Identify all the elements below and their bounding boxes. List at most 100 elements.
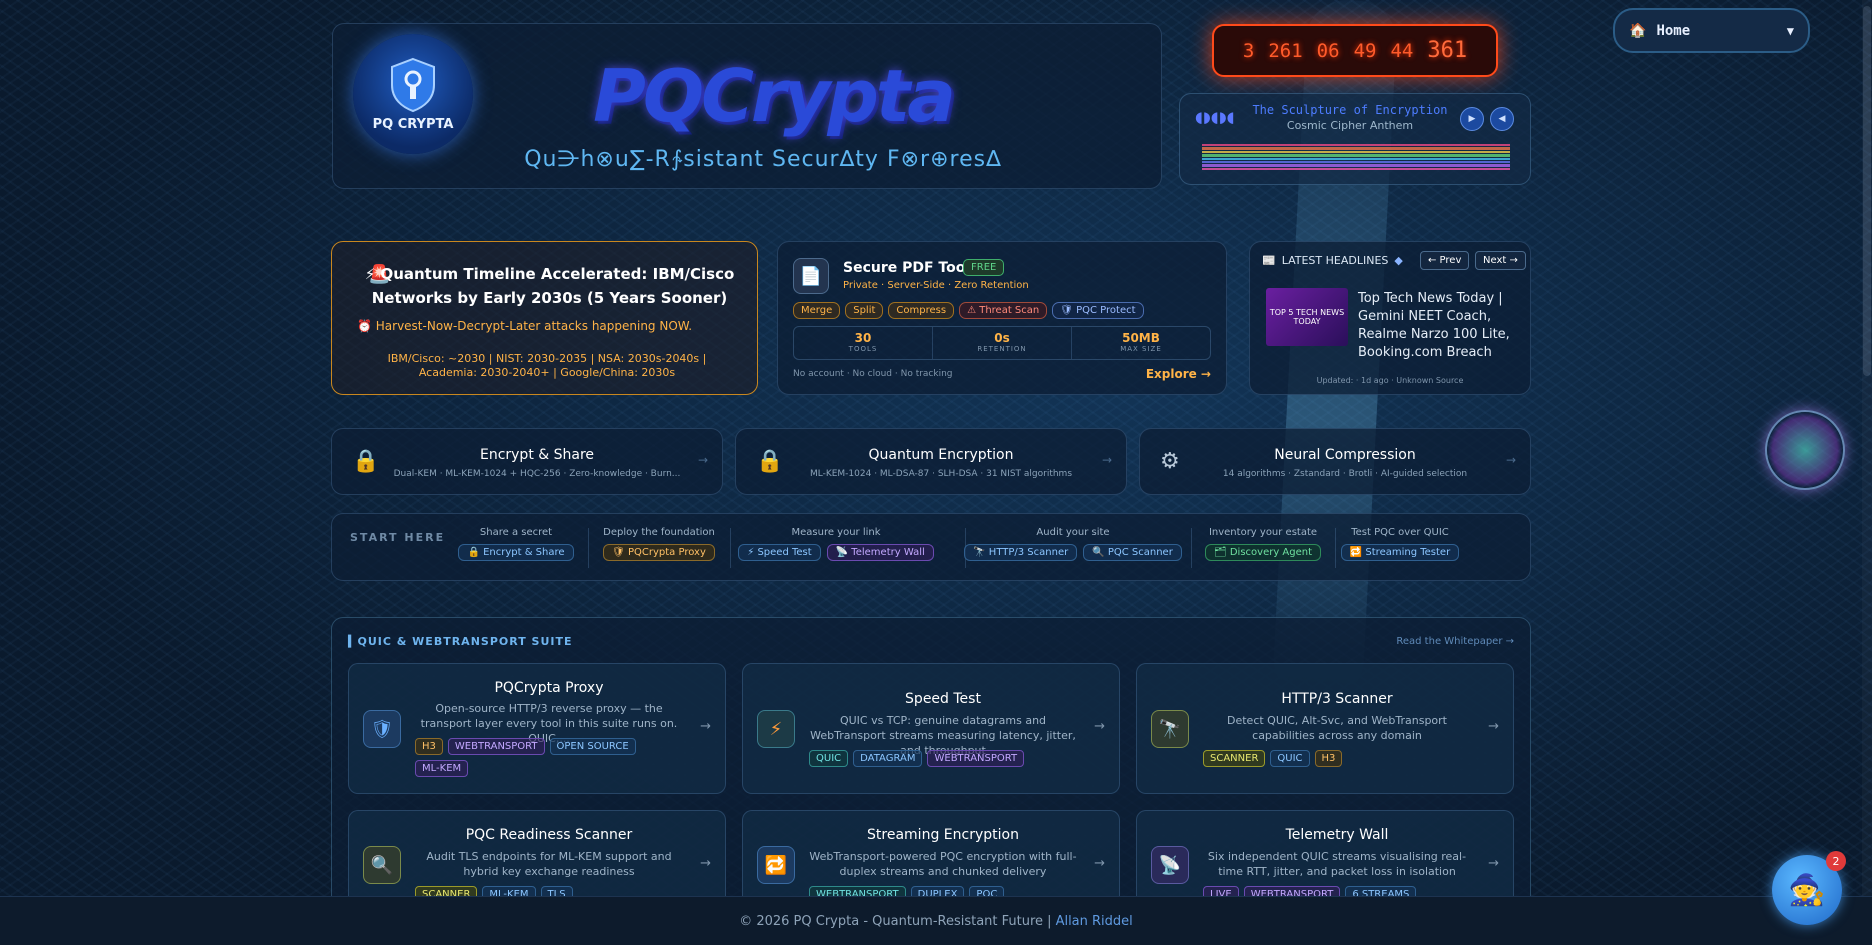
feature-title: Encrypt & Share (479, 447, 595, 463)
shield-icon: 🛡 (363, 710, 401, 748)
arrow-right-icon: → (700, 856, 711, 871)
notification-badge: 2 (1826, 851, 1846, 871)
whitepaper-link[interactable]: Read the Whitepaper → (1396, 636, 1514, 647)
tag: SCANNER (1203, 750, 1266, 767)
play-button[interactable]: ▶ (1460, 107, 1484, 131)
tag: WEBTRANSPORT (927, 750, 1025, 767)
gear-icon: ⚙ (1160, 449, 1180, 474)
tile-speed-test[interactable]: ⚡ Speed Test QUIC vs TCP: genuine datagr… (742, 663, 1120, 794)
arrow-right-icon: → (1488, 856, 1499, 871)
chip-streaming-tester[interactable]: 🔁 Streaming Tester (1340, 544, 1460, 561)
start-group-inventory: Inventory your estate 🗂 Discovery Agent (1198, 527, 1328, 561)
quantum-countdown: 3 261 06 49 44 361 (1212, 24, 1498, 77)
alert-title: ⚡ Quantum Timeline Accelerated: IBM/Cisc… (364, 265, 735, 307)
chip-speed-test[interactable]: ⚡ Speed Test (738, 544, 821, 561)
pdf-stats: 30 TOOLS 0s RETENTION 50MB MAX SIZE (793, 326, 1211, 360)
start-group-share: Share a secret 🔒 Encrypt & Share (456, 527, 576, 561)
spectrum-band (1202, 154, 1510, 157)
divider (588, 528, 589, 568)
magnifier-icon: 🔍 (363, 846, 401, 884)
tag: OPEN SOURCE (549, 738, 636, 755)
chip-telemetry-wall[interactable]: 📡 Telemetry Wall (826, 544, 934, 561)
headline-thumbnail[interactable]: TOP 5 TECH NEWS TODAY (1266, 288, 1348, 346)
spectrum-band (1202, 164, 1510, 167)
skip-icon: ◀ (1498, 114, 1506, 124)
tag: WEBTRANSPORT (447, 738, 545, 755)
quantum-timeline-alert[interactable]: 🚨 ⚡ Quantum Timeline Accelerated: IBM/Ci… (331, 241, 758, 395)
skip-button[interactable]: ◀ (1490, 107, 1514, 131)
countdown-years: 3 (1242, 39, 1255, 62)
lightning-icon: ⚡ (757, 710, 795, 748)
telescope-icon: 🔭 (1151, 710, 1189, 748)
pdf-tag-pqc-protect[interactable]: 🛡 PQC Protect (1052, 302, 1144, 319)
arrow-right-icon: → (1505, 453, 1516, 467)
chip-http3-scanner[interactable]: 🔭 HTTP/3 Scanner (964, 544, 1078, 561)
headline-text[interactable]: Top Tech News Today | Gemini NEET Coach,… (1358, 290, 1523, 362)
feature-subtitle: ML-KEM-1024 · ML-DSA-87 · SLH-DSA · 31 N… (809, 469, 1073, 479)
brand-tagline: Qu⋺h⊗u∑-R∱sistant Secur∆ty F⊗r⊕res∆ (524, 147, 1002, 172)
author-link[interactable]: Allan Riddel (1056, 914, 1133, 929)
info-icon: ◆ (1394, 254, 1403, 267)
feature-encrypt-share[interactable]: 🔒 Encrypt & Share Dual-KEM · ML-KEM-1024… (331, 428, 723, 495)
pdf-tag-threat-scan[interactable]: ⚠ Threat Scan (959, 302, 1048, 319)
chip-discovery-agent[interactable]: 🗂 Discovery Agent (1204, 544, 1322, 561)
countdown-seconds: 44 (1390, 39, 1414, 62)
prev-headline-button[interactable]: ← Prev (1420, 251, 1470, 270)
pdf-tag-compress[interactable]: Compress (888, 302, 955, 319)
pdf-tag-split[interactable]: Split (845, 302, 884, 319)
waveform-icon: ◖◗◖◗◖ (1195, 108, 1235, 126)
scrollbar-thumb[interactable] (1863, 6, 1871, 376)
site-logo[interactable]: PQ CRYPTA (353, 34, 473, 154)
feature-neural-compression[interactable]: ⚙ Neural Compression 14 algorithms · Zst… (1139, 428, 1531, 495)
stat-max-size: 50MB MAX SIZE (1120, 331, 1162, 353)
arrow-right-icon: → (1488, 719, 1499, 734)
tag: DATAGRAM (853, 750, 923, 767)
countdown-milliseconds: 361 (1427, 38, 1468, 63)
spectrum-band (1202, 167, 1510, 170)
shield-lock-icon (391, 57, 435, 112)
tile-desc: Six independent QUIC streams visualising… (1207, 850, 1467, 878)
feature-title: Quantum Encryption (868, 447, 1014, 463)
arrow-right-icon: → (1101, 453, 1112, 467)
tile-title: Streaming Encryption (867, 827, 1019, 843)
tag: H3 (415, 738, 443, 755)
headlines-heading: 📰 LATEST HEADLINES ◆ (1262, 254, 1403, 267)
site-header: PQ CRYPTA PQCrypta Qu⋺h⊗u∑-R∱sistant Sec… (332, 23, 1162, 189)
start-here-label: START HERE (350, 531, 446, 544)
start-group-audit: Audit your site 🔭 HTTP/3 Scanner 🔍 PQC S… (964, 527, 1182, 561)
pdf-footnote: No account · No cloud · No tracking (793, 369, 953, 379)
brand-title: PQCrypta (593, 54, 956, 138)
explore-link[interactable]: Explore → (1146, 367, 1211, 381)
page-select-dropdown[interactable]: 🏠 Home ▼ (1613, 8, 1810, 53)
feature-quantum-encryption[interactable]: 🔒 Quantum Encryption ML-KEM-1024 · ML-DS… (735, 428, 1127, 495)
quantum-orb-widget[interactable] (1765, 410, 1845, 490)
headline-meta: Updated: · 1d ago · Unknown Source (1316, 376, 1464, 385)
play-icon: ▶ (1468, 114, 1476, 124)
tile-title: PQCrypta Proxy (494, 680, 604, 696)
audio-spectrum (1202, 144, 1510, 170)
home-icon: 🏠 (1629, 22, 1647, 39)
tag: QUIC (1270, 750, 1310, 767)
tile-http3-scanner[interactable]: 🔭 HTTP/3 Scanner Detect QUIC, Alt-Svc, a… (1136, 663, 1514, 794)
lock-icon: 🔒 (352, 449, 380, 474)
tag: ML-KEM (415, 760, 469, 777)
start-group-test: Test PQC over QUIC 🔁 Streaming Tester (1340, 527, 1460, 561)
stat-retention: 0s RETENTION (933, 327, 1072, 359)
secure-pdf-tools-card[interactable]: 📄 Secure PDF Tools FREE Private · Server… (777, 241, 1227, 395)
pdf-title: Secure PDF Tools (843, 260, 979, 276)
pdf-subtitle: Private · Server-Side · Zero Retention (843, 280, 1029, 291)
spectrum-band (1202, 150, 1510, 154)
wizard-icon: 🧙 (1788, 872, 1826, 908)
spectrum-band (1202, 160, 1510, 164)
lock-icon: 🔒 (756, 449, 784, 474)
pdf-tag-merge[interactable]: Merge (793, 302, 841, 319)
spectrum-band (1202, 147, 1510, 150)
tile-pqcrypta-proxy[interactable]: 🛡 PQCrypta Proxy Open-source HTTP/3 reve… (348, 663, 726, 794)
arrow-right-icon: → (1094, 719, 1105, 734)
satellite-icon: 📡 (1151, 846, 1189, 884)
next-headline-button[interactable]: Next → (1475, 251, 1526, 270)
tile-tags: H3 WEBTRANSPORT OPEN SOURCE ML-KEM (415, 738, 685, 777)
chip-encrypt-share[interactable]: 🔒 Encrypt & Share (458, 544, 574, 561)
chip-pqc-scanner[interactable]: 🔍 PQC Scanner (1083, 544, 1182, 561)
chip-pqcrypta-proxy[interactable]: 🛡 PQCrypta Proxy (603, 544, 715, 561)
